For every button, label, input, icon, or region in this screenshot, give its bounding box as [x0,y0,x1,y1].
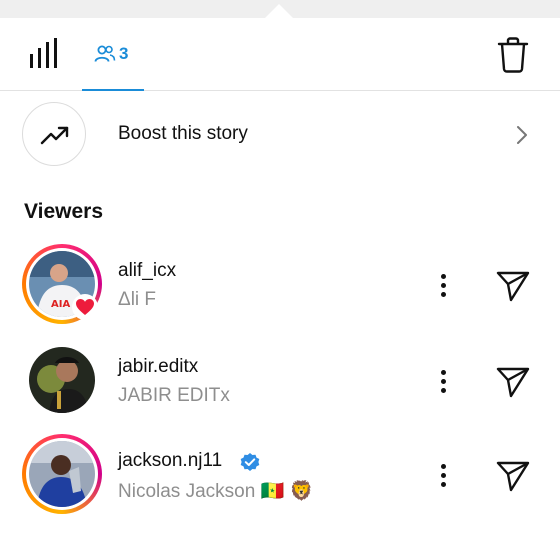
avatar[interactable] [22,434,102,514]
viewer-display-name: JABIR EDITx [118,385,230,406]
viewer-username[interactable]: jackson.nj11 [118,450,222,472]
viewer-display-name: Nicolas Jackson 🇸🇳 🦁 [118,481,314,502]
heart-icon [76,299,94,315]
more-options-button[interactable] [433,272,453,300]
boost-label: Boost this story [118,123,248,144]
trash-icon[interactable] [495,36,531,74]
dot-icon [441,379,446,384]
send-icon[interactable] [496,460,530,492]
boost-story-row[interactable]: Boost this story [0,102,560,168]
dot-icon [441,292,446,297]
viewer-row[interactable]: AIA alif_icx Δli F [0,244,560,330]
verified-badge-icon [240,453,260,471]
dot-icon [441,388,446,393]
dot-icon [441,370,446,375]
tab-viewers[interactable]: 3 [82,18,144,91]
dot-icon [441,274,446,279]
dot-icon [441,482,446,487]
people-icon [94,45,116,62]
viewer-row[interactable]: jackson.nj11 Nicolas Jackson 🇸🇳 🦁 [0,434,560,520]
viewers-heading: Viewers [24,200,104,223]
avatar[interactable]: AIA [22,244,102,324]
dot-icon [441,464,446,469]
svg-text:AIA: AIA [51,299,70,310]
trending-up-icon [40,126,69,145]
more-options-button[interactable] [433,462,453,490]
bar-chart-icon [30,38,57,68]
viewer-display-name: Δli F [118,289,157,310]
popover-notch [265,4,293,18]
chevron-right-icon [517,126,527,144]
tab-insights[interactable] [22,36,66,72]
tab-bar: 3 [0,18,560,91]
send-icon[interactable] [496,366,530,398]
avatar[interactable] [29,347,95,413]
send-icon[interactable] [496,270,530,302]
story-viewers-sheet: 3 Boost this story Viewers AIA alif_icx … [0,18,560,560]
active-tab-indicator [82,89,144,91]
viewer-username[interactable]: alif_icx [118,260,176,282]
viewer-row[interactable]: jabir.editx JABIR EDITx [0,340,560,426]
viewers-count: 3 [119,44,129,63]
dot-icon [441,473,446,478]
dot-icon [441,283,446,288]
avatar-photo [29,441,95,507]
boost-icon-circle [22,102,86,166]
viewer-username[interactable]: jabir.editx [118,356,198,378]
liked-heart-badge [72,294,98,320]
more-options-button[interactable] [433,368,453,396]
